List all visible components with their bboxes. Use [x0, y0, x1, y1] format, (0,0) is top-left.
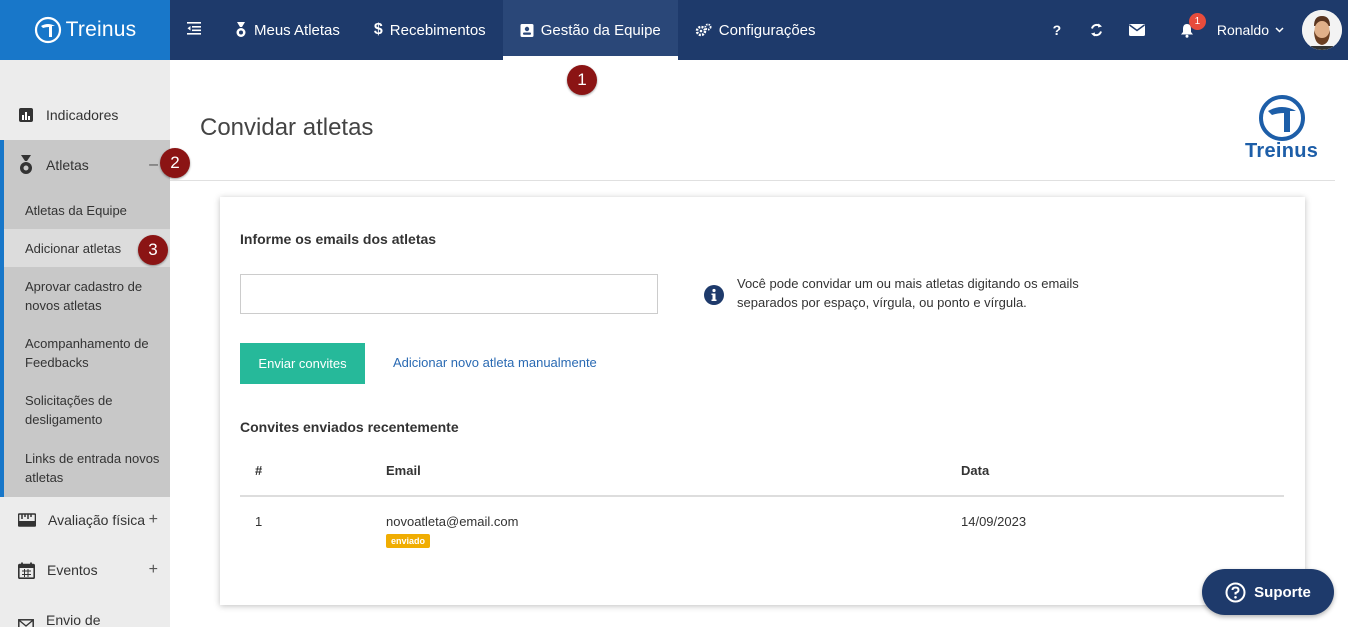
- user-nav: ? 1 Ronaldo: [1037, 0, 1348, 60]
- gears-icon: [695, 23, 712, 37]
- avatar[interactable]: [1302, 10, 1342, 50]
- emails-input[interactable]: [240, 274, 658, 314]
- step-marker-1: 1: [567, 65, 597, 95]
- ruler-icon: [18, 513, 36, 527]
- sync-icon[interactable]: [1077, 23, 1117, 37]
- logo-text: Treinus: [1245, 140, 1319, 162]
- info-text: Você pode convidar um ou mais atletas di…: [737, 276, 1079, 310]
- calendar-icon: [18, 562, 35, 579]
- row-email: novoatleta@email.com: [386, 514, 519, 529]
- chevron-down-icon: [1275, 27, 1284, 33]
- nav-recebimentos[interactable]: $ Recebimentos: [357, 0, 503, 60]
- sidebar-item-envio[interactable]: Envio de: [0, 612, 170, 627]
- column-header-num: #: [255, 463, 263, 478]
- medal-icon: [236, 22, 246, 37]
- expand-toggle[interactable]: +: [149, 561, 158, 579]
- medal-icon: [20, 155, 32, 174]
- row-date: 14/09/2023: [961, 514, 1027, 529]
- table-header-divider: [240, 495, 1284, 497]
- column-header-email: Email: [386, 463, 421, 478]
- sidebar-item-atletas[interactable]: Atletas –: [0, 140, 170, 190]
- menu-collapse-icon[interactable]: [186, 20, 202, 41]
- sidebar: Indicadores Atletas – Atletas da Equipe …: [0, 60, 170, 627]
- envelope-icon[interactable]: [1117, 24, 1157, 36]
- add-manual-athlete-link[interactable]: Adicionar novo atleta manualmente: [393, 355, 597, 370]
- notification-badge: 1: [1188, 12, 1206, 30]
- help-icon[interactable]: ?: [1037, 22, 1077, 38]
- top-navbar: Treinus Meus Atletas $ Recebimentos Gest…: [0, 0, 1348, 60]
- dollar-icon: $: [373, 21, 383, 38]
- support-button[interactable]: Suporte: [1202, 569, 1334, 615]
- row-num: 1: [255, 514, 263, 529]
- collapse-toggle[interactable]: –: [149, 156, 158, 174]
- chart-icon: [19, 108, 33, 122]
- step-marker-2: 2: [160, 148, 190, 178]
- page-title: Convidar atletas: [200, 114, 374, 141]
- column-header-date: Data: [961, 463, 990, 478]
- step-marker-3: 3: [138, 235, 168, 265]
- header-divider: [170, 180, 1335, 181]
- main-nav: Meus Atletas $ Recebimentos Gestão da Eq…: [218, 0, 833, 60]
- user-menu[interactable]: Ronaldo: [1217, 22, 1284, 38]
- sidebar-item-avaliacao-fisica[interactable]: Avaliação física +: [0, 510, 170, 530]
- sidebar-item-eventos[interactable]: Eventos +: [0, 560, 170, 580]
- question-circle-icon: [1225, 582, 1246, 602]
- expand-toggle[interactable]: +: [149, 511, 158, 529]
- nav-meus-atletas[interactable]: Meus Atletas: [218, 0, 357, 60]
- treinus-logo: Treinus: [1245, 94, 1318, 163]
- envelope-icon: [18, 619, 34, 627]
- brand-logo[interactable]: Treinus: [0, 0, 170, 60]
- treinus-logo-icon: [34, 16, 61, 44]
- status-badge: enviado: [386, 534, 431, 548]
- submenu-acompanhamento-feedbacks[interactable]: Acompanhamento de Feedbacks: [25, 334, 165, 372]
- nav-configuracoes[interactable]: Configurações: [678, 0, 833, 60]
- emails-label: Informe os emails dos atletas: [240, 231, 437, 247]
- invite-card: Informe os emails dos atletas Você pode …: [220, 197, 1305, 605]
- submenu-solicitacoes-desligamento[interactable]: Solicitações de desligamento: [25, 391, 165, 429]
- notifications-bell[interactable]: 1: [1167, 12, 1207, 38]
- treinus-logo-icon: [1258, 95, 1305, 141]
- submenu-aprovar-cadastro[interactable]: Aprovar cadastro de novos atletas: [25, 277, 165, 315]
- recent-invites-title: Convites enviados recentemente: [240, 419, 459, 435]
- submenu-links-entrada[interactable]: Links de entrada novos atletas: [25, 449, 165, 487]
- submenu-atletas-equipe[interactable]: Atletas da Equipe: [25, 201, 165, 220]
- send-invites-button[interactable]: Enviar convites: [240, 343, 365, 384]
- info-icon: [704, 285, 724, 305]
- id-card-icon: [520, 23, 534, 37]
- nav-gestao-equipe[interactable]: Gestão da Equipe: [502, 0, 678, 60]
- brand-name: Treinus: [65, 18, 137, 41]
- sidebar-item-indicadores[interactable]: Indicadores: [0, 105, 170, 125]
